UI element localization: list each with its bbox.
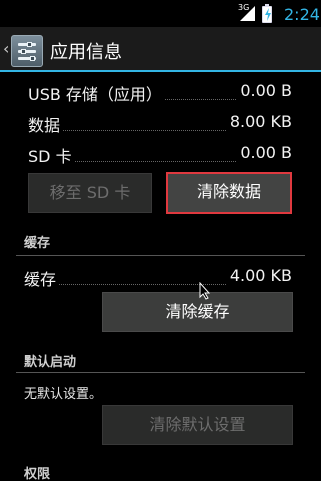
bolt-icon xyxy=(265,8,271,21)
cache-label: 缓存 xyxy=(24,266,60,290)
status-bar: 3G 2:24 xyxy=(0,0,321,27)
cache-section-header: 缓存 xyxy=(24,236,51,251)
storage-value: 8.00 KB xyxy=(226,112,292,131)
storage-label: USB 存储（应用） xyxy=(28,81,165,105)
storage-label: SD 卡 xyxy=(28,143,75,167)
storage-row-data: 数据 8.00 KB xyxy=(28,112,292,136)
divider xyxy=(16,372,305,373)
action-bar: ‹ 应用信息 xyxy=(0,27,321,72)
mouse-cursor-icon xyxy=(199,282,211,300)
storage-row-usb: USB 存储（应用） 0.00 B xyxy=(28,81,292,105)
up-caret-icon[interactable]: ‹ xyxy=(3,39,9,58)
storage-label: 数据 xyxy=(28,112,64,136)
settings-app-icon[interactable] xyxy=(11,35,43,67)
storage-value: 0.00 B xyxy=(237,143,292,162)
signal-icon xyxy=(240,6,255,21)
clear-cache-button[interactable]: 清除缓存 xyxy=(102,292,293,332)
page-title: 应用信息 xyxy=(50,42,122,63)
clock: 2:24 xyxy=(284,5,320,24)
no-defaults-note: 无默认设置。 xyxy=(24,387,103,402)
permissions-section-header: 权限 xyxy=(24,467,51,481)
cache-value: 4.00 KB xyxy=(226,266,292,285)
storage-value: 0.00 B xyxy=(237,81,292,100)
storage-row-sd: SD 卡 0.00 B xyxy=(28,143,292,167)
move-to-sd-button[interactable]: 移至 SD 卡 xyxy=(28,173,152,213)
divider xyxy=(16,255,305,256)
clear-defaults-button[interactable]: 清除默认设置 xyxy=(102,405,293,445)
defaults-section-header: 默认启动 xyxy=(24,355,77,370)
cache-row: 缓存 4.00 KB xyxy=(24,266,292,290)
clear-data-button[interactable]: 清除数据 xyxy=(166,172,292,214)
